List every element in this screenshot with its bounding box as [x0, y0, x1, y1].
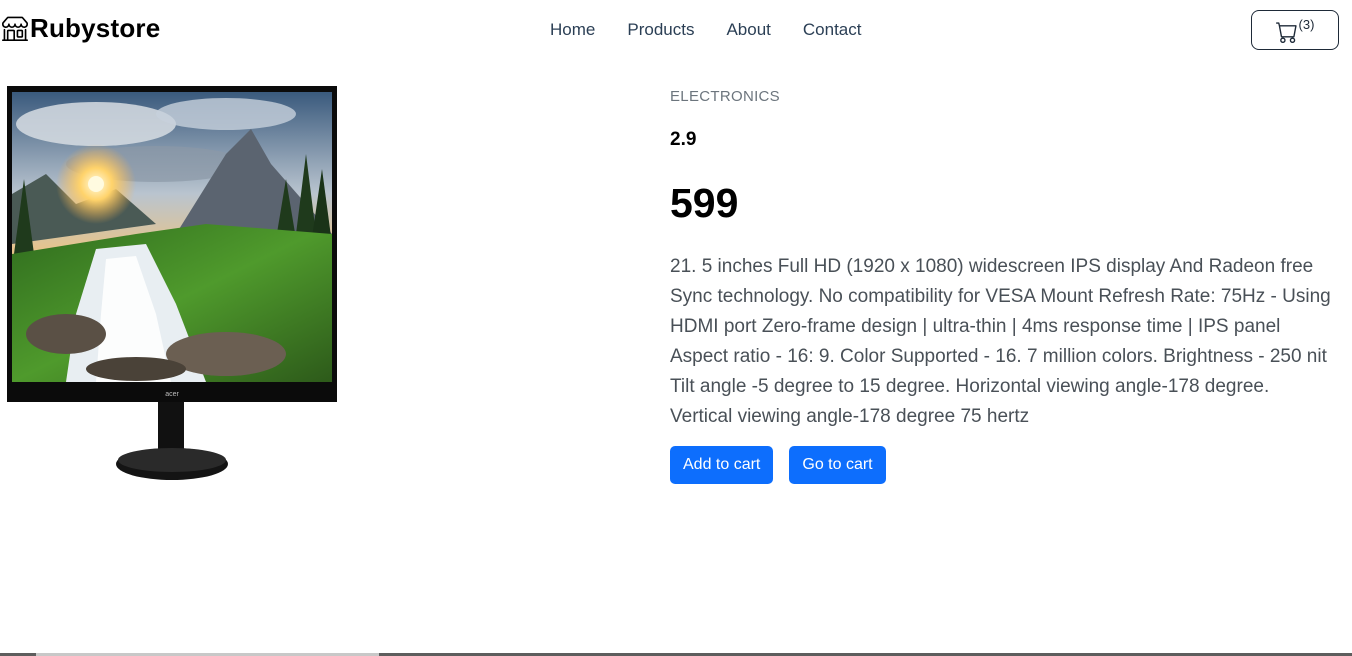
brand-link[interactable]: Rubystore [2, 10, 160, 46]
nav-contact[interactable]: Contact [787, 18, 878, 42]
cart-icon [1275, 22, 1297, 43]
product-image: acer [7, 86, 337, 480]
product-description: 21. 5 inches Full HD (1920 x 1080) wides… [670, 256, 1331, 427]
product-rating: 2.9 [670, 129, 697, 150]
cart-button[interactable]: (3) [1251, 10, 1339, 50]
monitor-brand-logo: acer [165, 391, 179, 398]
go-to-cart-button[interactable]: Go to cart [789, 446, 886, 484]
nav-about[interactable]: About [710, 18, 786, 42]
add-to-cart-button[interactable]: Add to cart [670, 446, 774, 484]
nav-products[interactable]: Products [611, 18, 710, 42]
product-actions: Add to cart Go to cart [670, 446, 886, 484]
main-nav: Home Products About Contact [534, 18, 877, 42]
cart-count-badge: (3) [1298, 17, 1315, 32]
product-category: ELECTRONICS [670, 88, 780, 105]
store-icon [2, 16, 28, 41]
nav-home[interactable]: Home [534, 18, 611, 42]
product-price: 599 [670, 180, 739, 226]
brand-name: Rubystore [30, 12, 161, 43]
